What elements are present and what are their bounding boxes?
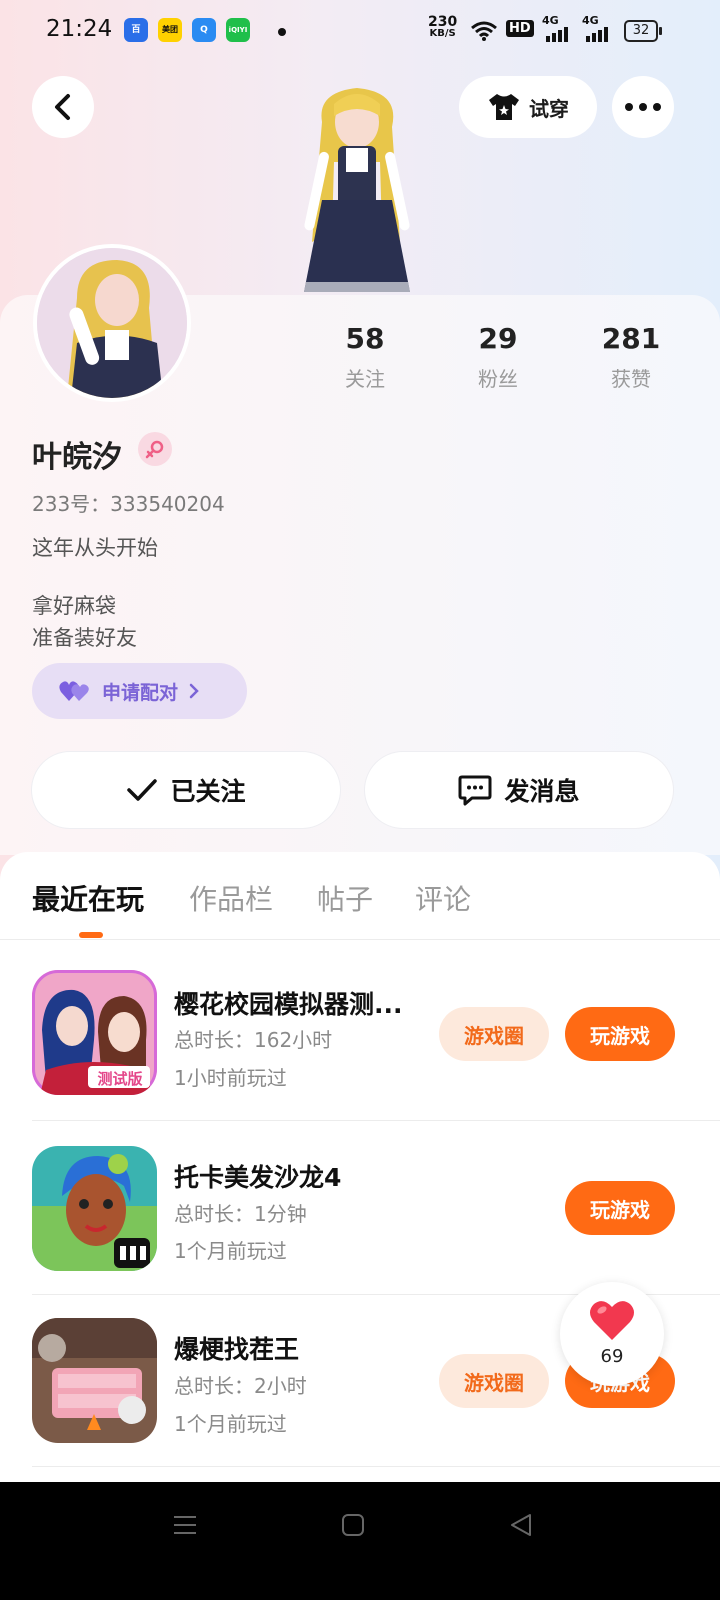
game-duration: 总时长：162小时 [174,1028,333,1052]
game-title[interactable]: 爆梗找茬王 [174,1330,299,1366]
try-on-button[interactable]: 试穿 [459,76,597,138]
bio-line-2: 拿好麻袋 [32,594,116,618]
user-id: 233号：333540204 [32,492,225,516]
heart-icon [590,1301,634,1340]
followed-label: 已关注 [170,777,246,806]
gender-female-badge [138,432,172,466]
play-game-button[interactable]: 玩游戏 [565,1181,675,1235]
wifi-icon [471,21,497,41]
more-dots-icon [625,103,661,111]
message-bubble-icon [458,775,492,806]
avatar-3d-character [304,88,410,292]
active-tab-indicator [79,932,103,938]
game-title[interactable]: 樱花校园模拟器测... [174,985,403,1021]
baidu-app-icon: 百 [124,18,148,42]
user-name: 叶皖汐 [32,440,122,475]
tshirt-icon [489,94,519,120]
game-circle-button[interactable]: 游戏圈 [439,1354,549,1408]
notification-dot [278,28,286,36]
game-last-played: 1个月前玩过 [174,1412,287,1436]
beta-badge: 测试版 [97,1070,143,1088]
list-divider [32,1120,720,1121]
fans-label: 粉丝 [478,367,518,391]
try-on-label: 试穿 [529,96,569,121]
double-heart-icon [59,681,89,701]
send-message-label: 发消息 [504,777,580,806]
net-speed: 230 KB/S [428,14,458,40]
net-speed-unit: KB/S [429,28,456,39]
tab-works[interactable]: 作品栏 [189,878,273,918]
hd-badge: HD [506,20,534,37]
following-count: 58 [345,322,385,355]
request-pair-button[interactable]: 申请配对 [32,663,247,719]
back-button[interactable] [32,76,94,138]
checkmark-icon [127,779,158,801]
status-bar: 21:24 百 美团 Q iQIYI 230 KB/S HD 4G 4G 32 [0,0,720,64]
following-label: 关注 [345,367,385,391]
battery-icon: 32 [624,20,662,42]
find-differences-image [32,1318,157,1443]
likes-label: 获赞 [611,367,651,391]
net-speed-value: 230 [428,14,458,30]
game-last-played: 1小时前玩过 [174,1066,287,1090]
female-icon [145,440,164,459]
back-triangle-icon[interactable] [508,1512,534,1538]
toca-hair-salon-image [32,1146,157,1271]
meituan-app-icon: 美团 [158,18,182,42]
signal-icon-2 [586,27,608,42]
bio-line-3: 准备装好友 [32,626,137,650]
clock: 21:24 [46,16,113,42]
game-circle-button[interactable]: 游戏圈 [439,1007,549,1061]
signal-icon-1 [546,27,568,42]
avatar-image [37,248,187,398]
bio-line-1: 这年从头开始 [32,536,158,560]
tab-posts[interactable]: 帖子 [317,878,373,918]
menu-icon[interactable] [172,1512,198,1538]
chevron-right-icon [189,683,199,699]
game-duration: 总时长：2小时 [174,1374,307,1398]
browser-app-icon: Q [192,18,216,42]
system-nav-bar [0,1482,720,1600]
followed-button[interactable]: 已关注 [32,752,340,828]
floating-like-button[interactable]: 69 [560,1282,664,1386]
game-icon-find-differences[interactable] [32,1318,157,1443]
play-game-button[interactable]: 玩游戏 [565,1007,675,1061]
game-last-played: 1个月前玩过 [174,1239,287,1263]
iqiyi-app-icon: iQIYI [226,18,250,42]
more-button[interactable] [612,76,674,138]
chevron-left-icon [55,94,70,120]
like-count: 69 [600,1346,624,1367]
avatar[interactable] [33,244,191,402]
stat-fans[interactable]: 29 粉丝 [448,322,548,392]
list-divider [32,1466,720,1467]
tab-comments[interactable]: 评论 [415,878,471,918]
likes-count: 281 [601,322,661,355]
game-duration: 总时长：1分钟 [174,1202,307,1226]
stat-likes[interactable]: 281 获赞 [581,322,681,392]
tab-recently-played[interactable]: 最近在玩 [32,878,144,918]
request-pair-label: 申请配对 [102,681,179,704]
game-title[interactable]: 托卡美发沙龙4 [174,1158,341,1194]
home-icon[interactable] [340,1512,366,1538]
game-icon-toca-hair-salon[interactable] [32,1146,157,1271]
stat-following[interactable]: 58 关注 [315,322,415,392]
fans-count: 29 [478,322,518,355]
send-message-button[interactable]: 发消息 [365,752,673,828]
game-icon-sakura-school[interactable]: 测试版 [32,970,157,1095]
tabs-divider [0,939,720,940]
